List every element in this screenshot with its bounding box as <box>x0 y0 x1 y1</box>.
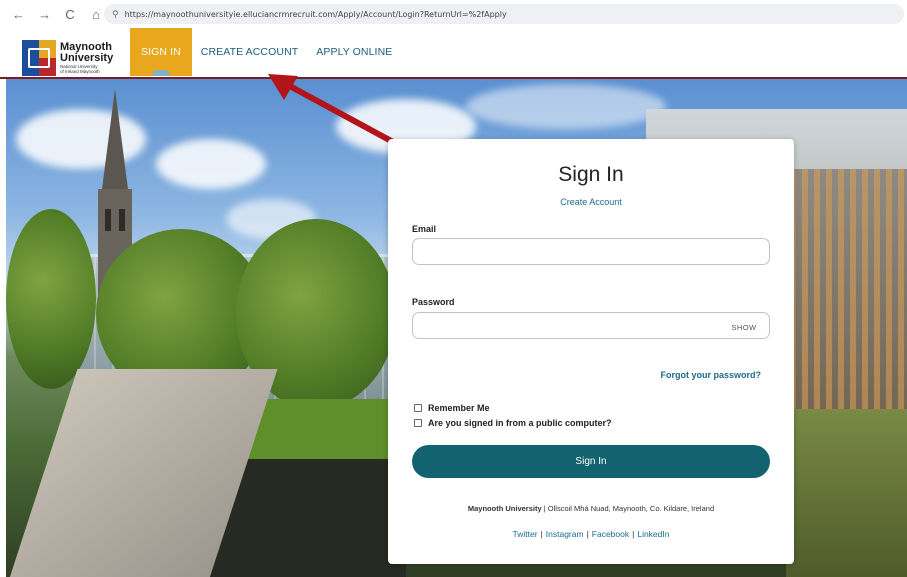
back-arrow-icon[interactable]: ← <box>12 7 25 22</box>
logo-name-line2: University <box>60 51 114 64</box>
reload-icon[interactable]: C <box>64 7 76 22</box>
email-field[interactable] <box>412 238 770 265</box>
nav-sign-in[interactable]: SIGN IN <box>130 28 192 76</box>
logo-sub-line2: of Ireland Maynooth <box>60 69 100 74</box>
forward-arrow-icon[interactable]: → <box>38 7 51 22</box>
university-logo[interactable]: Maynooth University National University … <box>22 40 113 76</box>
create-account-link[interactable]: Create Account <box>388 197 794 207</box>
footer-address-text: Ollscoil Mhá Nuad, Maynooth, Co. Kildare… <box>547 504 715 513</box>
logo-name-line1: Maynooth <box>60 40 112 53</box>
show-password-button[interactable]: SHOW <box>726 321 762 335</box>
logo-wordmark: Maynooth University National University … <box>60 40 114 75</box>
linkedin-link[interactable]: LinkedIn <box>637 529 669 539</box>
nav-apply-online[interactable]: APPLY ONLINE <box>307 28 401 76</box>
address-bar[interactable]: ⚲ https://maynoothuniversityie.ellucianc… <box>104 4 904 24</box>
password-label: Password <box>412 297 455 307</box>
remember-me-label: Remember Me <box>428 403 490 413</box>
sign-in-title: Sign In <box>558 163 624 186</box>
footer-separator: | <box>543 504 546 513</box>
home-icon[interactable]: ⌂ <box>90 7 102 22</box>
footer-address: Maynooth University | Ollscoil Mhá Nuad,… <box>388 504 794 513</box>
nav-sign-in-label: SIGN IN <box>141 46 181 58</box>
instagram-link[interactable]: Instagram <box>546 529 584 539</box>
social-separator: | <box>586 529 589 539</box>
password-field[interactable] <box>412 312 770 339</box>
forgot-password-link[interactable]: Forgot your password? <box>660 370 761 380</box>
main-nav: SIGN IN CREATE ACCOUNT APPLY ONLINE <box>130 28 401 76</box>
sign-in-card: Sign In Create Account Email Password SH… <box>388 139 794 564</box>
public-computer-checkbox[interactable] <box>414 419 422 427</box>
social-separator: | <box>540 529 543 539</box>
crest-icon <box>22 40 56 76</box>
remember-me-checkbox[interactable] <box>414 404 422 412</box>
facebook-link[interactable]: Facebook <box>592 529 629 539</box>
twitter-link[interactable]: Twitter <box>513 529 538 539</box>
sign-in-button[interactable]: Sign In <box>412 445 770 478</box>
active-tab-indicator <box>151 70 170 76</box>
public-computer-label: Are you signed in from a public computer… <box>428 418 612 428</box>
remember-me-row[interactable]: Remember Me <box>414 403 490 413</box>
public-computer-row[interactable]: Are you signed in from a public computer… <box>414 418 612 428</box>
nav-create-account[interactable]: CREATE ACCOUNT <box>192 28 307 76</box>
footer-org-name: Maynooth University <box>467 504 542 513</box>
social-links: Twitter | Instagram | Facebook | LinkedIn <box>388 529 794 539</box>
tall-grass <box>786 409 907 577</box>
site-info-icon[interactable]: ⚲ <box>112 9 119 20</box>
email-label: Email <box>412 224 437 234</box>
url-text[interactable]: https://maynoothuniversityie.elluciancrm… <box>125 10 507 19</box>
